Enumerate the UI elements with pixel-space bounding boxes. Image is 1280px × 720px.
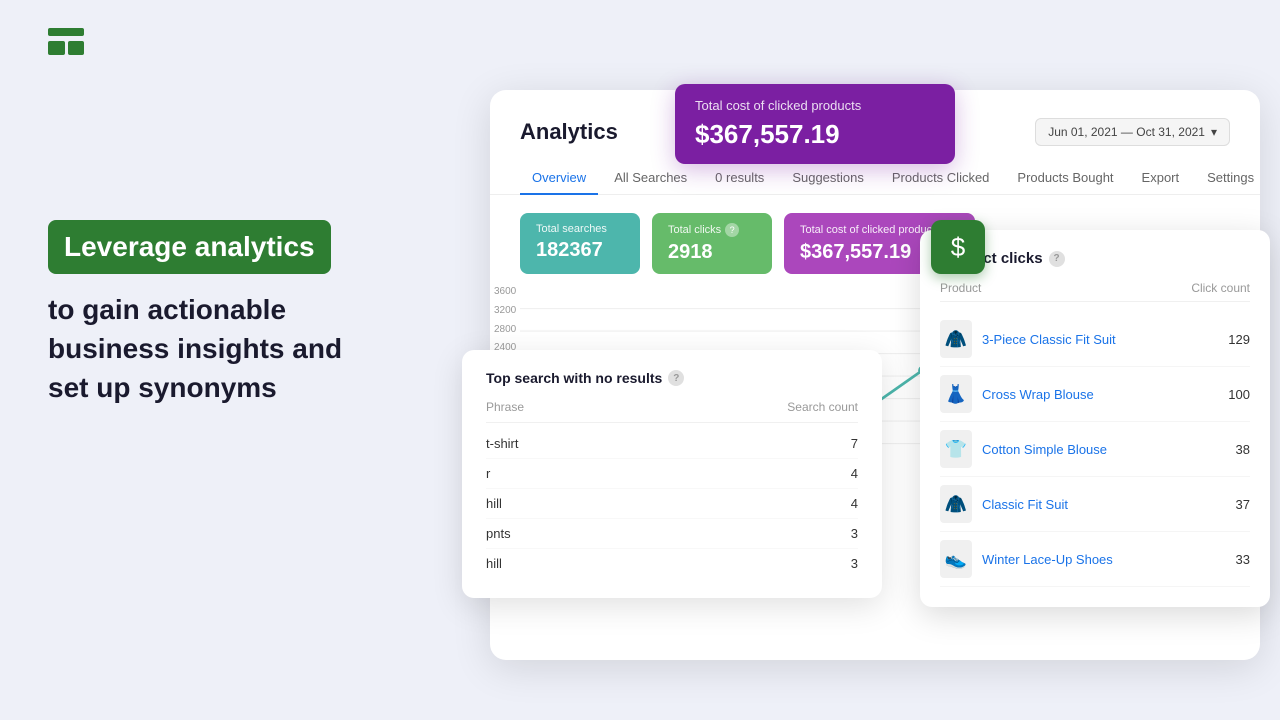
product-count-2: 100 [1228,387,1250,402]
stat-searches-value: 182367 [536,239,624,262]
table-row: hill 4 [486,489,858,519]
y-label: 3600 [494,286,516,297]
table-row: pnts 3 [486,519,858,549]
product-name-4[interactable]: Classic Fit Suit [982,497,1226,512]
left-content: Leverage analytics to gain actionablebus… [48,220,438,407]
table-row: t-shirt 7 [486,429,858,459]
dollar-icon: $ [931,220,985,274]
y-label: 2800 [494,324,516,335]
count-col-header: Search count [787,400,858,414]
tab-settings[interactable]: Settings [1195,162,1260,195]
product-count-3: 38 [1236,442,1250,457]
logo [48,28,84,56]
stat-clicks-label: Total clicks [668,224,721,236]
no-results-title-text: Top search with no results [486,370,662,386]
phrase-3: hill [486,496,502,511]
count-5: 3 [851,556,858,571]
product-thumb-4: 🧥 [940,485,972,523]
stat-clicks-value: 2918 [668,241,756,264]
product-count-1: 129 [1228,332,1250,347]
product-row: 🧥 3-Piece Classic Fit Suit 129 [940,312,1250,367]
y-label: 3200 [494,305,516,316]
cost-tooltip-card: Total cost of clicked products $367,557.… [675,84,955,164]
product-name-2[interactable]: Cross Wrap Blouse [982,387,1218,402]
tooltip-value: $367,557.19 [695,119,935,150]
product-name-5[interactable]: Winter Lace-Up Shoes [982,552,1226,567]
no-results-card: Top search with no results ? Phrase Sear… [462,350,882,598]
phrase-4: pnts [486,526,511,541]
highlight-text: Leverage analytics [64,231,315,262]
product-row: 👟 Winter Lace-Up Shoes 33 [940,532,1250,587]
stat-searches-label: Total searches [536,223,607,235]
table-row: r 4 [486,459,858,489]
body-text: to gain actionablebusiness insights ands… [48,290,438,408]
date-picker[interactable]: Jun 01, 2021 — Oct 31, 2021 ▾ [1035,118,1230,146]
tab-suggestions[interactable]: Suggestions [780,162,876,195]
count-3: 4 [851,496,858,511]
product-name-1[interactable]: 3-Piece Classic Fit Suit [982,332,1218,347]
phrase-5: hill [486,556,502,571]
date-range-text: Jun 01, 2021 — Oct 31, 2021 [1048,125,1205,139]
tab-overview[interactable]: Overview [520,162,598,195]
chevron-down-icon: ▾ [1211,125,1217,139]
product-row: 👕 Cotton Simple Blouse 38 [940,422,1250,477]
tooltip-title: Total cost of clicked products [695,98,935,113]
tab-products-bought[interactable]: Products Bought [1005,162,1125,195]
product-thumb-2: 👗 [940,375,972,413]
help-icon-product-clicks[interactable]: ? [1049,251,1065,267]
stat-total-searches: Total searches 182367 [520,213,640,274]
product-row: 👗 Cross Wrap Blouse 100 [940,367,1250,422]
tab-products-clicked[interactable]: Products Clicked [880,162,1002,195]
phrase-1: t-shirt [486,436,519,451]
tab-0-results[interactable]: 0 results [703,162,776,195]
product-col-header: Product [940,281,981,295]
nav-tabs: Overview All Searches 0 results Suggesti… [490,162,1260,195]
product-thumb-1: 🧥 [940,320,972,358]
tab-all-searches[interactable]: All Searches [602,162,699,195]
tab-export[interactable]: Export [1130,162,1192,195]
product-name-3[interactable]: Cotton Simple Blouse [982,442,1226,457]
help-icon-no-results[interactable]: ? [668,370,684,386]
product-clicks-panel: Product clicks ? Product Click count 🧥 3… [920,230,1270,607]
count-2: 4 [851,466,858,481]
stat-cost-label: Total cost of clicked products [800,224,941,236]
product-row: 🧥 Classic Fit Suit 37 [940,477,1250,532]
stat-total-clicks: Total clicks ? 2918 [652,213,772,274]
table-row: hill 3 [486,549,858,578]
clicks-col-header: Click count [1191,281,1250,295]
count-1: 7 [851,436,858,451]
phrase-2: r [486,466,490,481]
analytics-title: Analytics [520,119,618,145]
product-count-5: 33 [1236,552,1250,567]
phrase-col-header: Phrase [486,400,524,414]
highlight-box: Leverage analytics [48,220,331,274]
count-4: 3 [851,526,858,541]
product-thumb-5: 👟 [940,540,972,578]
product-thumb-3: 👕 [940,430,972,468]
product-count-4: 37 [1236,497,1250,512]
help-icon-clicks[interactable]: ? [725,223,739,237]
